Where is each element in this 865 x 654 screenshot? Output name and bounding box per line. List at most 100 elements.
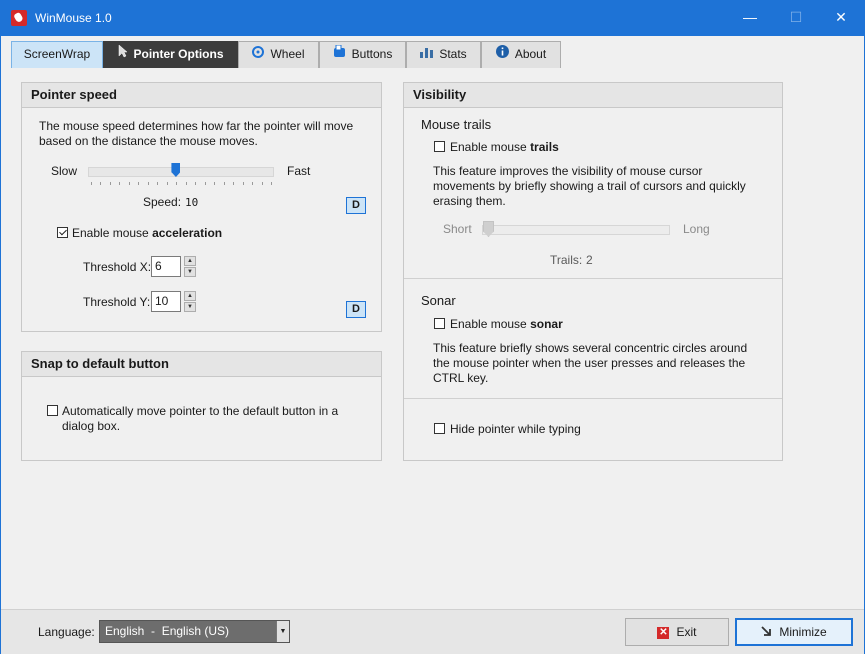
threshold-y-label: Threshold Y: (83, 295, 151, 309)
slider-tick (233, 182, 235, 185)
acceleration-checkbox[interactable] (57, 227, 68, 238)
visibility-panel: Visibility Mouse trails Enable mouse tra… (403, 82, 783, 461)
speed-default-button[interactable]: D (346, 197, 366, 214)
slider-tick (166, 182, 168, 185)
long-label: Long (683, 222, 710, 236)
panel-title: Snap to default button (22, 352, 381, 377)
trails-label-prefix: Enable mouse (450, 140, 531, 154)
tab-stats[interactable]: Stats (406, 41, 481, 68)
trails-label-bold: trails (530, 140, 559, 154)
section-divider (404, 278, 782, 279)
sonar-description: This feature briefly shows several conce… (433, 341, 748, 385)
slider-tick (242, 182, 244, 185)
sonar-title: Sonar (421, 293, 456, 308)
language-select[interactable]: English - English (US) ▼ (99, 620, 290, 643)
threshold-y-spinner[interactable]: ▲ ▼ (184, 291, 196, 312)
slider-tick (195, 182, 197, 185)
minimize-window-button[interactable]: — (727, 1, 773, 36)
spin-down-icon[interactable]: ▼ (184, 267, 196, 277)
trails-checkbox[interactable] (434, 141, 445, 152)
snap-checkbox[interactable] (47, 405, 58, 416)
window-title: WinMouse 1.0 (35, 11, 112, 25)
close-window-button[interactable]: ✕ (818, 1, 864, 36)
fast-label: Fast (287, 164, 311, 178)
slider-tick (128, 182, 130, 185)
title-bar[interactable]: WinMouse 1.0 — ☐ ✕ (1, 1, 864, 36)
app-icon (11, 10, 27, 26)
trails-label[interactable]: Enable mouse trails (450, 140, 559, 155)
threshold-default-button[interactable]: D (346, 301, 366, 318)
slider-tick (214, 182, 216, 185)
sonar-label-prefix: Enable mouse (450, 317, 531, 331)
acceleration-label[interactable]: Enable mouse acceleration (72, 226, 222, 241)
slider-tick (138, 182, 140, 185)
short-label: Short (443, 222, 472, 236)
sonar-checkbox[interactable] (434, 318, 445, 329)
tab-wheel[interactable]: Wheel (238, 41, 319, 68)
threshold-y-input[interactable]: 10 (151, 291, 181, 312)
slider-tick (271, 182, 272, 185)
tab-label: Pointer Options (133, 47, 224, 61)
exit-button[interactable]: ✕ Exit (625, 618, 729, 646)
tab-label: About (514, 47, 547, 61)
slow-label: Slow (51, 164, 78, 178)
tab-label: Buttons (351, 47, 393, 61)
threshold-x-label: Threshold X: (83, 260, 152, 274)
buttons-icon (333, 42, 346, 67)
snap-panel: Snap to default button Automatically mov… (21, 351, 382, 461)
language-label: Language: (38, 625, 95, 639)
pointer-speed-panel: Pointer speed The mouse speed determines… (21, 82, 382, 332)
tab-label: Wheel (270, 47, 305, 61)
tab-label: Stats (439, 47, 467, 61)
stats-icon (420, 42, 434, 67)
slider-tick (157, 182, 159, 185)
tab-pointer-options[interactable]: Pointer Options (103, 41, 238, 68)
slider-tick (252, 182, 254, 185)
minimize-button[interactable]: Minimize (735, 618, 853, 646)
speed-value: 10 (185, 196, 199, 209)
threshold-x-input[interactable]: 6 (151, 256, 181, 277)
pointer-icon (118, 42, 128, 67)
slider-tick (147, 182, 149, 185)
threshold-x-spinner[interactable]: ▲ ▼ (184, 256, 196, 277)
spin-down-icon[interactable]: ▼ (184, 302, 196, 312)
language-value: English - English (US) (105, 624, 230, 638)
trails-value: 2 (586, 253, 593, 267)
wheel-icon (252, 42, 265, 67)
snap-label[interactable]: Automatically move pointer to the defaul… (62, 404, 362, 434)
slider-tick (100, 182, 102, 185)
minimize-arrow-icon (761, 621, 772, 645)
spin-up-icon[interactable]: ▲ (184, 256, 196, 266)
tab-about[interactable]: About (481, 41, 561, 68)
slider-tick (119, 182, 121, 185)
acceleration-label-prefix: Enable mouse (72, 226, 153, 240)
panel-title: Pointer speed (22, 83, 381, 108)
hide-pointer-checkbox[interactable] (434, 423, 445, 434)
tab-screenwrap[interactable]: ScreenWrap (11, 41, 103, 68)
info-icon (495, 42, 509, 67)
tab-content: Pointer speed The mouse speed determines… (1, 69, 864, 609)
mouse-trails-title: Mouse trails (421, 117, 492, 132)
slider-tick (223, 182, 225, 185)
slider-tick (204, 182, 206, 185)
tab-label: ScreenWrap (23, 47, 91, 61)
trails-slider-track[interactable] (482, 225, 670, 235)
tab-bar: ScreenWrap Pointer Options Wheel Buttons… (1, 36, 864, 70)
chevron-down-icon[interactable]: ▼ (276, 621, 289, 642)
tab-buttons[interactable]: Buttons (319, 41, 406, 68)
speed-description: The mouse speed determines how far the p… (39, 119, 354, 148)
speed-slider-ticks (91, 182, 272, 186)
exit-label: Exit (676, 625, 697, 639)
spin-up-icon[interactable]: ▲ (184, 291, 196, 301)
footer-bar: Language: English - English (US) ▼ ✕ Exit… (1, 609, 864, 654)
speed-slider-track[interactable] (88, 167, 274, 177)
maximize-window-button[interactable]: ☐ (773, 1, 819, 36)
slider-tick (261, 182, 263, 185)
slider-tick (185, 182, 187, 185)
slider-tick (91, 182, 92, 185)
hide-pointer-label[interactable]: Hide pointer while typing (450, 422, 581, 437)
sonar-label[interactable]: Enable mouse sonar (450, 317, 563, 332)
speed-label: Speed: (143, 195, 182, 209)
acceleration-label-bold: acceleration (152, 226, 223, 240)
panel-title: Visibility (404, 83, 782, 108)
